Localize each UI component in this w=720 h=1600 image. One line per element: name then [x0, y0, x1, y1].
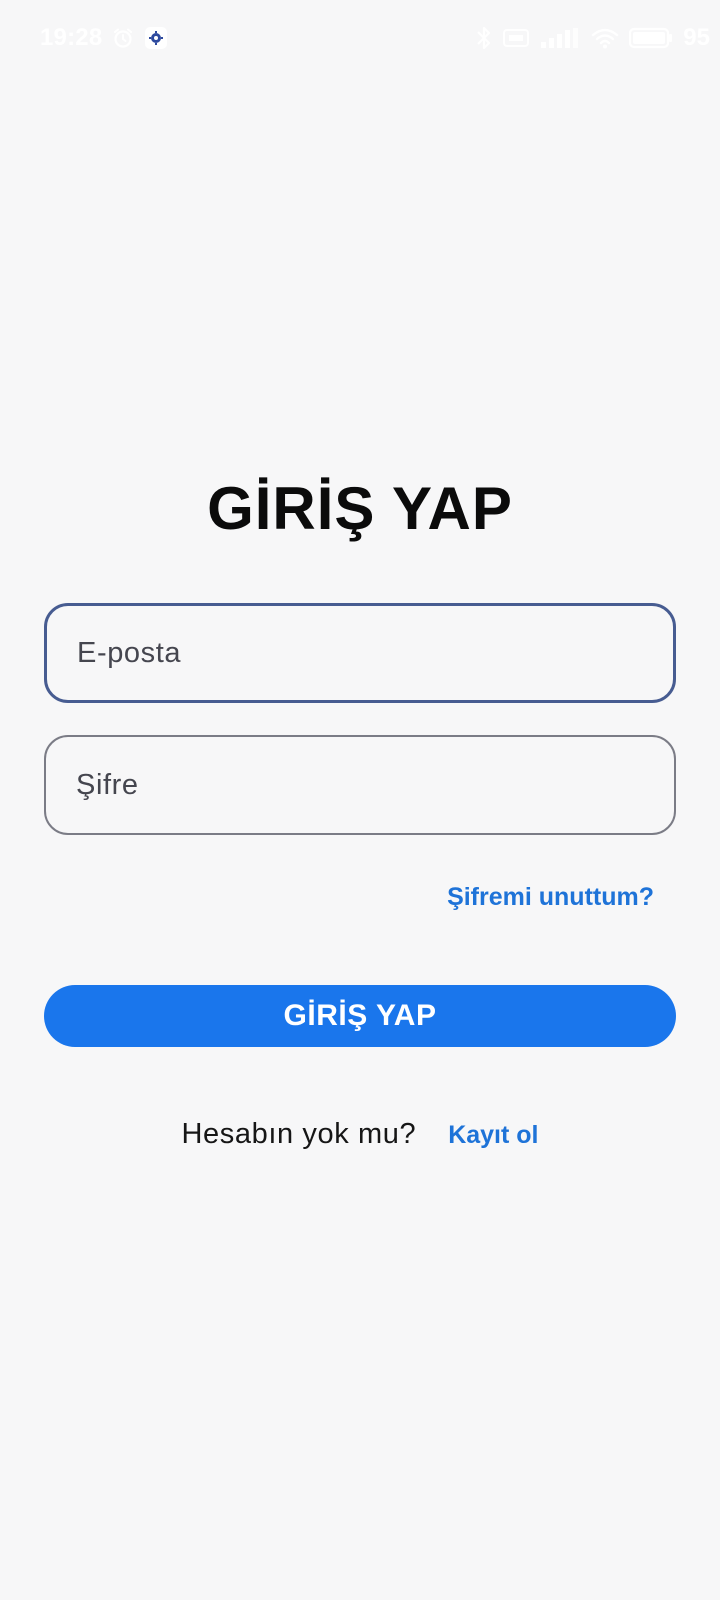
status-left: 19:28 [40, 24, 168, 52]
alarm-icon [112, 27, 134, 49]
battery-icon [629, 27, 673, 49]
bluetooth-icon [475, 25, 493, 51]
wifi-icon [591, 27, 619, 49]
forgot-password-link[interactable]: Şifremi unuttum? [447, 880, 654, 914]
password-field[interactable]: Şifre [44, 735, 676, 835]
status-time: 19:28 [40, 24, 103, 51]
status-right: 95 [475, 24, 710, 52]
register-row: Hesabın yok mu? Kayıt ol [0, 1118, 720, 1151]
email-field[interactable]: E-posta [44, 603, 676, 703]
battery-percentage: 95 [683, 24, 710, 51]
vpn-icon [503, 27, 530, 49]
page-title: GİRİŞ YAP [207, 475, 513, 542]
app-notification-icon [144, 26, 168, 50]
register-link[interactable]: Kayıt ol [448, 1121, 538, 1150]
status-bar: 19:28 95 [0, 0, 720, 72]
register-question: Hesabın yok mu? [181, 1118, 417, 1150]
password-placeholder: Şifre [76, 768, 139, 801]
login-button[interactable]: GİRİŞ YAP [44, 985, 676, 1047]
signal-icon [539, 27, 581, 49]
email-placeholder: E-posta [77, 636, 182, 669]
